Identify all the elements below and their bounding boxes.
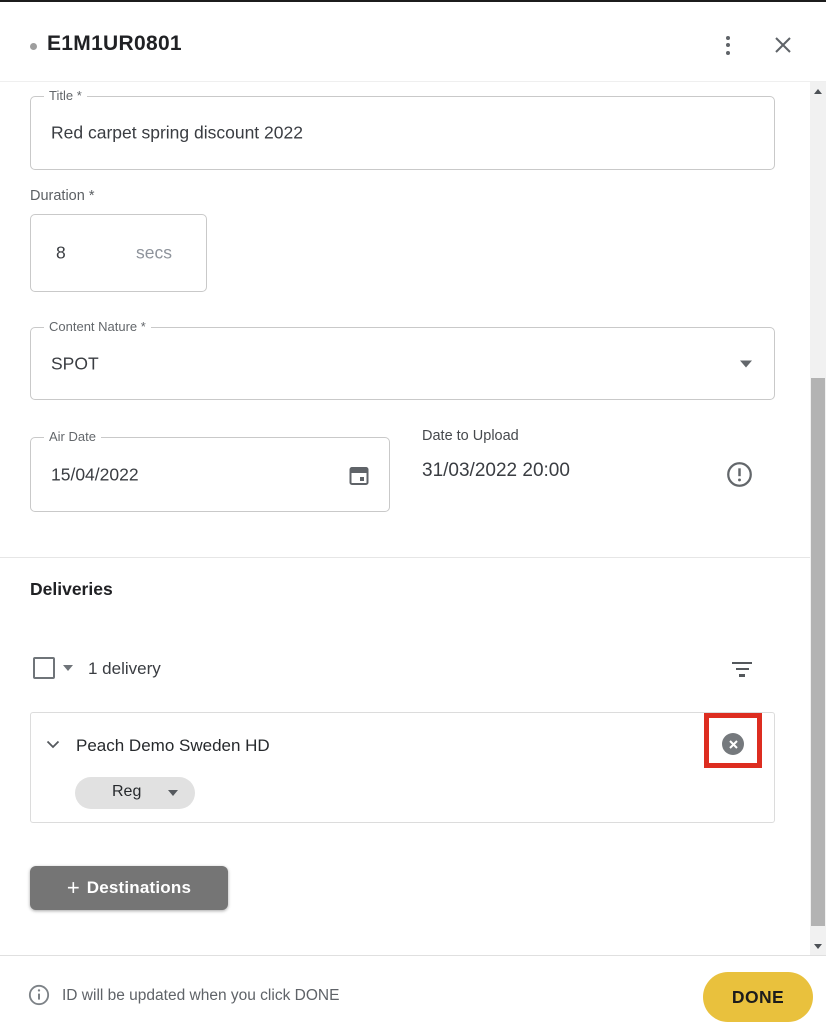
close-circle-icon: [728, 739, 739, 750]
add-destinations-label: Destinations: [87, 878, 191, 898]
title-field[interactable]: Title * Red carpet spring discount 2022: [30, 96, 775, 170]
air-date-label: Air Date: [44, 429, 101, 444]
air-date-value: 15/04/2022: [51, 464, 139, 485]
plus-icon: +: [67, 877, 80, 899]
scroll-up-icon: [814, 89, 822, 94]
page-title: E1M1UR0801: [47, 32, 182, 56]
info-icon: [28, 984, 50, 1006]
section-divider: [0, 557, 810, 558]
scroll-down-icon: [814, 944, 822, 949]
scroll-down-button[interactable]: [810, 937, 826, 955]
footer-note: ID will be updated when you click DONE: [62, 987, 339, 1005]
duration-label: Duration *: [30, 188, 94, 204]
modal-footer: ID will be updated when you click DONE D…: [0, 955, 826, 1034]
duration-value: 8: [56, 243, 66, 264]
chip-dropdown-icon: [168, 790, 178, 796]
modal-header: E1M1UR0801: [0, 2, 826, 82]
calendar-icon[interactable]: [347, 463, 371, 487]
filter-icon: [732, 662, 752, 664]
duration-field[interactable]: 8 secs: [30, 214, 207, 292]
warning-circle-icon[interactable]: [726, 461, 753, 488]
remove-delivery-button[interactable]: [722, 733, 744, 755]
expand-chevron-icon[interactable]: [46, 740, 60, 749]
delivery-details-modal: E1M1UR0801 Title * Red carpet spring dis…: [0, 0, 826, 1034]
air-date-field[interactable]: Air Date 15/04/2022: [30, 437, 390, 512]
kebab-icon: [726, 36, 730, 40]
selection-dropdown-icon[interactable]: [63, 665, 73, 671]
duration-unit: secs: [136, 243, 172, 264]
add-destinations-button[interactable]: + Destinations: [30, 866, 228, 910]
title-field-label: Title *: [44, 88, 87, 103]
done-button[interactable]: DONE: [703, 972, 813, 1022]
select-all-checkbox[interactable]: [33, 657, 55, 679]
scrollbar[interactable]: [810, 82, 826, 955]
content-nature-label: Content Nature *: [44, 319, 151, 334]
scroll-up-button[interactable]: [810, 82, 826, 100]
content-nature-select[interactable]: Content Nature * SPOT: [30, 327, 775, 400]
date-to-upload-label: Date to Upload: [422, 428, 519, 444]
version-chip[interactable]: Reg: [75, 777, 195, 809]
title-field-value: Red carpet spring discount 2022: [51, 123, 303, 144]
content-nature-value: SPOT: [51, 353, 99, 374]
version-chip-label: Reg: [112, 783, 141, 801]
more-options-button[interactable]: [711, 28, 745, 62]
delivery-name: Peach Demo Sweden HD: [76, 736, 270, 756]
dropdown-arrow-icon: [740, 360, 752, 367]
close-icon: [772, 34, 794, 56]
scrollbar-thumb[interactable]: [811, 378, 825, 926]
date-to-upload-value: 31/03/2022 20:00: [422, 460, 570, 482]
close-button[interactable]: [766, 28, 800, 62]
deliveries-heading: Deliveries: [30, 579, 113, 600]
delivery-count-label: 1 delivery: [88, 659, 161, 679]
filter-button[interactable]: [726, 654, 758, 684]
status-dot-icon: [30, 43, 37, 50]
